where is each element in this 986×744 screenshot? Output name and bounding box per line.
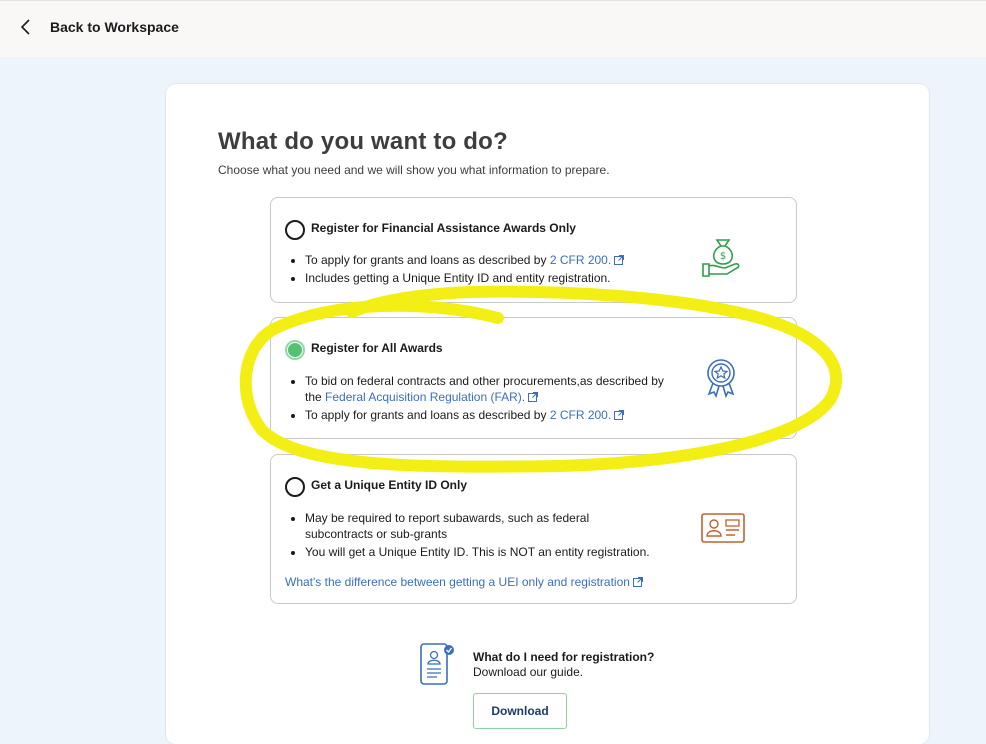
radio-all-awards[interactable]	[285, 340, 305, 360]
option-bullets: May be required to report subawards, suc…	[289, 510, 685, 562]
phone-document-icon	[420, 643, 454, 685]
external-link-icon	[528, 392, 539, 402]
radio-unique-entity-id[interactable]	[285, 477, 305, 497]
option-title: Get a Unique Entity ID Only	[311, 478, 468, 492]
option-all-awards[interactable]: Register for All Awards To bid on federa…	[270, 317, 797, 439]
list-item: Includes getting a Unique Entity ID and …	[305, 270, 675, 286]
top-bar: Back to Workspace	[0, 0, 986, 57]
option-unique-entity-id[interactable]: Get a Unique Entity ID Only May be requi…	[270, 454, 797, 604]
back-to-workspace-button[interactable]: Back to Workspace	[14, 15, 179, 39]
id-card-icon	[701, 513, 745, 543]
download-button[interactable]: Download	[473, 693, 567, 729]
page-subtitle: Choose what you need and we will show yo…	[218, 163, 610, 177]
option-bullets: To bid on federal contracts and other pr…	[289, 373, 675, 425]
far-link[interactable]: Federal Acquisition Regulation (FAR).	[325, 390, 525, 404]
cfr-200-link[interactable]: 2 CFR 200.	[550, 408, 611, 422]
guide-title: What do I need for registration?	[473, 650, 655, 664]
external-link-icon	[614, 255, 625, 265]
list-item: May be required to report subawards, suc…	[305, 510, 625, 542]
main-card: What do you want to do? Choose what you …	[166, 84, 929, 744]
registration-guide: What do I need for registration? Downloa…	[417, 640, 717, 700]
option-bullets: To apply for grants and loans as describ…	[289, 252, 675, 288]
guide-subtitle: Download our guide.	[473, 665, 584, 679]
list-item: To apply for grants and loans as describ…	[305, 252, 675, 268]
cfr-200-link[interactable]: 2 CFR 200.	[550, 253, 611, 267]
chevron-left-icon	[20, 19, 30, 35]
uei-difference-link[interactable]: What's the difference between getting a …	[285, 575, 630, 589]
uei-difference-link-wrap: What's the difference between getting a …	[285, 575, 643, 589]
list-item: To bid on federal contracts and other pr…	[305, 373, 675, 405]
option-title: Register for All Awards	[311, 341, 443, 355]
option-title: Register for Financial Assistance Awards…	[311, 221, 576, 235]
option-financial-assistance[interactable]: Register for Financial Assistance Awards…	[270, 197, 797, 303]
award-ribbon-icon	[707, 359, 735, 398]
external-link-icon	[632, 577, 643, 587]
page-title: What do you want to do?	[218, 128, 508, 155]
radio-financial-assistance[interactable]	[285, 220, 305, 240]
list-item: You will get a Unique Entity ID. This is…	[305, 544, 685, 560]
svg-text:$: $	[720, 251, 726, 262]
money-bag-hand-icon: $	[702, 239, 740, 277]
external-link-icon	[614, 410, 625, 420]
back-label: Back to Workspace	[50, 19, 179, 35]
list-item: To apply for grants and loans as describ…	[305, 407, 675, 423]
